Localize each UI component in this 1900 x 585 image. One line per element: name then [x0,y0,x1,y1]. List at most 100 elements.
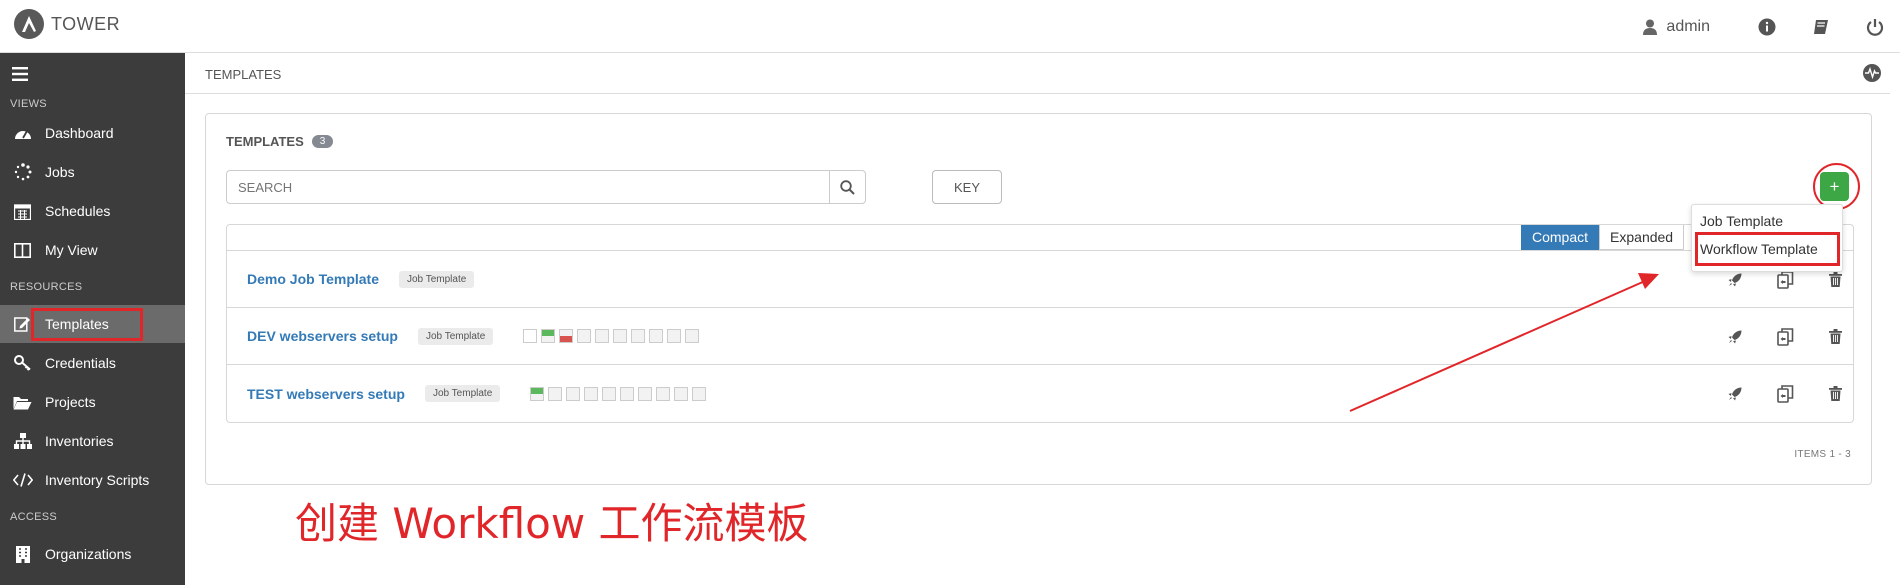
template-name-link[interactable]: TEST webservers setup [247,386,405,402]
job-status-sparkline [530,386,710,401]
sidebar-item-dashboard[interactable]: Dashboard [0,114,185,152]
job-status-empty [685,329,700,343]
docs-button[interactable] [1812,18,1830,36]
expanded-view-button[interactable]: Expanded [1599,225,1685,250]
search-button[interactable] [829,171,865,203]
job-status-ok[interactable] [530,386,545,401]
job-status-fail[interactable] [559,329,574,343]
top-navbar: TOWER admin [0,0,1900,53]
launch-button[interactable] [1710,387,1760,401]
app-logo[interactable]: TOWER [14,9,120,39]
job-status-empty [595,329,610,343]
hamburger-icon [12,67,28,81]
templates-list: Compact Expanded Demo Job Template Job T… [226,224,1854,423]
sidebar-item-label: Credentials [45,355,116,371]
folder-icon [0,395,45,410]
job-status-empty [631,329,646,343]
search-icon [840,179,855,195]
trash-icon [1828,386,1842,401]
username: admin [1666,17,1710,35]
sidebar-item-label: Dashboard [45,125,114,141]
job-status-empty [584,386,599,401]
sidebar-item-label: Inventories [45,433,114,449]
rocket-icon [1728,387,1742,400]
templates-panel: TEMPLATES 3 KEY + Compact Expanded Demo … [205,113,1872,485]
copy-button[interactable] [1760,384,1810,403]
job-status-empty [656,386,671,401]
key-button[interactable]: KEY [932,170,1002,204]
activity-stream-button[interactable] [1863,64,1881,87]
info-button[interactable] [1758,18,1776,36]
template-name-link[interactable]: Demo Job Template [247,271,379,287]
user-icon [1643,19,1658,35]
count-badge: 3 [311,135,334,148]
add-button-highlight-circle [1813,163,1860,210]
book-icon [1814,19,1828,34]
code-icon [0,473,45,487]
launch-button[interactable] [1710,273,1760,287]
breadcrumb-label: TEMPLATES [205,67,282,82]
template-type-tag: Job Template [417,327,494,345]
sidebar-item-label: Projects [45,394,96,410]
templates-highlight-box [31,308,143,341]
job-status-empty [577,329,592,343]
list-item: Demo Job Template Job Template [227,251,1853,308]
search-bar [226,170,866,204]
sidebar-item-label: Jobs [45,164,75,180]
sidebar-item-my-view[interactable]: My View [0,231,185,269]
sidebar-item-schedules[interactable]: Schedules [0,192,185,230]
calendar-icon [0,203,45,220]
job-status-empty [692,386,707,401]
compact-view-button[interactable]: Compact [1521,225,1600,250]
launch-button[interactable] [1710,330,1760,344]
copy-button[interactable] [1760,270,1810,289]
job-status-empty [638,386,653,401]
copy-button[interactable] [1760,327,1810,346]
sidebar-item-credentials[interactable]: Credentials [0,344,185,382]
info-icon [1758,18,1776,35]
logout-button[interactable] [1866,18,1884,36]
menu-item-job-template[interactable]: Job Template [1700,213,1783,229]
row-actions [1710,365,1860,422]
activity-stream-icon [1863,64,1881,82]
key-icon [0,355,45,371]
copy-icon [1776,327,1793,346]
copy-icon [1776,270,1793,289]
template-type-tag: Job Template [399,270,475,288]
dashboard-icon [0,126,45,140]
items-count: ITEMS 1 - 3 [1794,449,1851,460]
job-status-ok[interactable] [541,329,556,343]
rocket-icon [1728,330,1742,343]
view-toggle: Compact Expanded [1521,225,1685,250]
workflow-template-highlight-box [1695,232,1840,266]
annotation-text: 创建 Workflow 工作流模板 [295,499,809,548]
hamburger-menu-button[interactable] [12,67,28,86]
sitemap-icon [0,433,45,449]
list-item: TEST webservers setup Job Template [227,365,1853,422]
job-status-empty [566,386,581,401]
section-access: ACCESS [10,511,58,523]
trash-icon [1828,329,1842,344]
sidebar-item-inventory-scripts[interactable]: Inventory Scripts [0,461,185,499]
job-status-empty [523,329,538,343]
list-item: DEV webservers setup Job Template [227,308,1853,365]
copy-icon [1776,384,1793,403]
sidebar-item-organizations[interactable]: Organizations [0,535,185,573]
sidebar-item-label: Inventory Scripts [45,472,150,488]
sidebar-item-inventories[interactable]: Inventories [0,422,185,460]
building-icon [0,545,45,563]
delete-button[interactable] [1810,386,1860,401]
template-name-link[interactable]: DEV webservers setup [247,328,398,344]
delete-button[interactable] [1810,329,1860,344]
template-type-tag: Job Template [424,385,501,402]
sidebar-item-label: Organizations [45,546,132,562]
sidebar-item-projects[interactable]: Projects [0,383,185,421]
app-name: TOWER [51,13,121,34]
ansible-a-icon [14,9,44,39]
search-input[interactable] [227,171,829,203]
spinner-icon [0,163,45,181]
job-status-empty [602,386,617,401]
delete-button[interactable] [1810,272,1860,287]
user-menu[interactable]: admin [1643,18,1710,36]
sidebar-item-jobs[interactable]: Jobs [0,153,185,191]
